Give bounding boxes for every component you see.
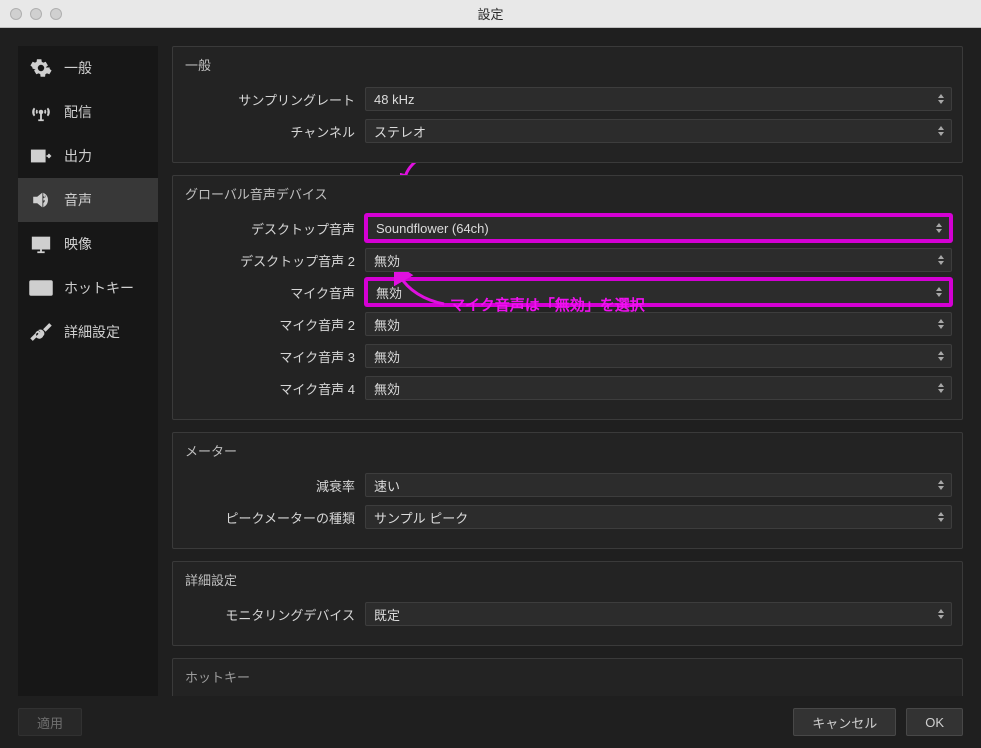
select-mic-audio-2[interactable]: 無効	[365, 312, 952, 336]
label-monitoring-device: モニタリングデバイス	[183, 605, 359, 624]
dropdown-icon	[935, 348, 947, 364]
select-desktop-audio[interactable]: Soundflower (64ch)	[365, 214, 952, 242]
dropdown-icon	[935, 606, 947, 622]
select-value: Soundflower (64ch)	[376, 221, 489, 236]
settings-content: デスクトップ音声は「Soundflower (64ch)」を選択 一般 サンプリ…	[172, 46, 963, 696]
select-value: 無効	[376, 283, 402, 302]
speaker-icon	[28, 189, 54, 211]
select-sample-rate[interactable]: 48 kHz	[365, 87, 952, 111]
label-mic-audio-4: マイク音声 4	[183, 379, 359, 398]
sidebar-item-label: 配信	[64, 102, 92, 122]
cancel-button[interactable]: キャンセル	[793, 708, 896, 736]
sidebar-item-video[interactable]: 映像	[18, 222, 158, 266]
select-value: サンプル ピーク	[374, 508, 468, 527]
sidebar-item-label: ホットキー	[64, 278, 134, 298]
section-title: グローバル音声デバイス	[185, 184, 952, 203]
select-peak-meter-type[interactable]: サンプル ピーク	[365, 505, 952, 529]
window-controls	[10, 8, 62, 20]
section-title: メーター	[185, 441, 952, 460]
label-channels: チャンネル	[183, 122, 359, 141]
dropdown-icon	[935, 123, 947, 139]
section-advanced: 詳細設定 モニタリングデバイス 既定	[172, 561, 963, 646]
select-value: ステレオ	[374, 122, 426, 141]
window-title: 設定	[477, 4, 503, 23]
section-title: 一般	[185, 55, 952, 74]
dropdown-icon	[935, 509, 947, 525]
sidebar-item-audio[interactable]: 音声	[18, 178, 158, 222]
dropdown-icon	[935, 252, 947, 268]
select-value: 48 kHz	[374, 92, 414, 107]
keyboard-icon	[28, 280, 54, 296]
gear-icon	[28, 57, 54, 79]
minimize-icon[interactable]	[30, 8, 42, 20]
label-sample-rate: サンプリングレート	[183, 90, 359, 109]
zoom-icon[interactable]	[50, 8, 62, 20]
select-value: 既定	[374, 605, 400, 624]
label-decay-rate: 減衰率	[183, 476, 359, 495]
sidebar-item-label: 詳細設定	[64, 322, 120, 342]
select-value: 無効	[374, 251, 400, 270]
select-mic-audio-4[interactable]: 無効	[365, 376, 952, 400]
sidebar-item-label: 音声	[64, 190, 92, 210]
select-value: 速い	[374, 476, 400, 495]
sidebar-item-label: 一般	[64, 58, 92, 78]
dropdown-icon	[935, 91, 947, 107]
sidebar-item-hotkeys[interactable]: ホットキー	[18, 266, 158, 310]
window-titlebar: 設定	[0, 0, 981, 28]
dropdown-icon	[933, 284, 945, 300]
section-hotkeys: ホットキー	[172, 658, 963, 696]
sidebar-item-label: 映像	[64, 234, 92, 254]
apply-button[interactable]: 適用	[18, 708, 82, 736]
select-value: 無効	[374, 347, 400, 366]
sidebar-item-output[interactable]: 出力	[18, 134, 158, 178]
dialog-footer: 適用 キャンセル OK	[0, 696, 981, 748]
close-icon[interactable]	[10, 8, 22, 20]
label-desktop-audio-2: デスクトップ音声 2	[183, 251, 359, 270]
select-desktop-audio-2[interactable]: 無効	[365, 248, 952, 272]
select-decay-rate[interactable]: 速い	[365, 473, 952, 497]
ok-button[interactable]: OK	[906, 708, 963, 736]
select-monitoring-device[interactable]: 既定	[365, 602, 952, 626]
broadcast-icon	[28, 101, 54, 123]
tools-icon	[28, 321, 54, 343]
section-general: 一般 サンプリングレート 48 kHz チャンネル ステレオ	[172, 46, 963, 163]
sidebar-item-stream[interactable]: 配信	[18, 90, 158, 134]
section-global-audio-devices: グローバル音声デバイス デスクトップ音声 Soundflower (64ch) …	[172, 175, 963, 420]
select-mic-audio[interactable]: 無効	[365, 278, 952, 306]
label-desktop-audio: デスクトップ音声	[183, 219, 359, 238]
sidebar-item-label: 出力	[64, 146, 92, 166]
select-mic-audio-3[interactable]: 無効	[365, 344, 952, 368]
monitor-icon	[28, 233, 54, 255]
sidebar-item-advanced[interactable]: 詳細設定	[18, 310, 158, 354]
section-title: ホットキー	[185, 667, 952, 686]
output-icon	[28, 145, 54, 167]
select-value: 無効	[374, 315, 400, 334]
select-value: 無効	[374, 379, 400, 398]
label-mic-audio-2: マイク音声 2	[183, 315, 359, 334]
dropdown-icon	[935, 477, 947, 493]
label-peak-meter-type: ピークメーターの種類	[183, 508, 359, 527]
dropdown-icon	[933, 220, 945, 236]
sidebar-item-general[interactable]: 一般	[18, 46, 158, 90]
label-mic-audio-3: マイク音声 3	[183, 347, 359, 366]
dropdown-icon	[935, 380, 947, 396]
label-mic-audio: マイク音声	[183, 283, 359, 302]
dropdown-icon	[935, 316, 947, 332]
section-meter: メーター 減衰率 速い ピークメーターの種類 サンプル ピーク	[172, 432, 963, 549]
select-channels[interactable]: ステレオ	[365, 119, 952, 143]
section-title: 詳細設定	[185, 570, 952, 589]
settings-sidebar: 一般 配信 出力 音声 映像 ホットキー	[18, 46, 158, 696]
